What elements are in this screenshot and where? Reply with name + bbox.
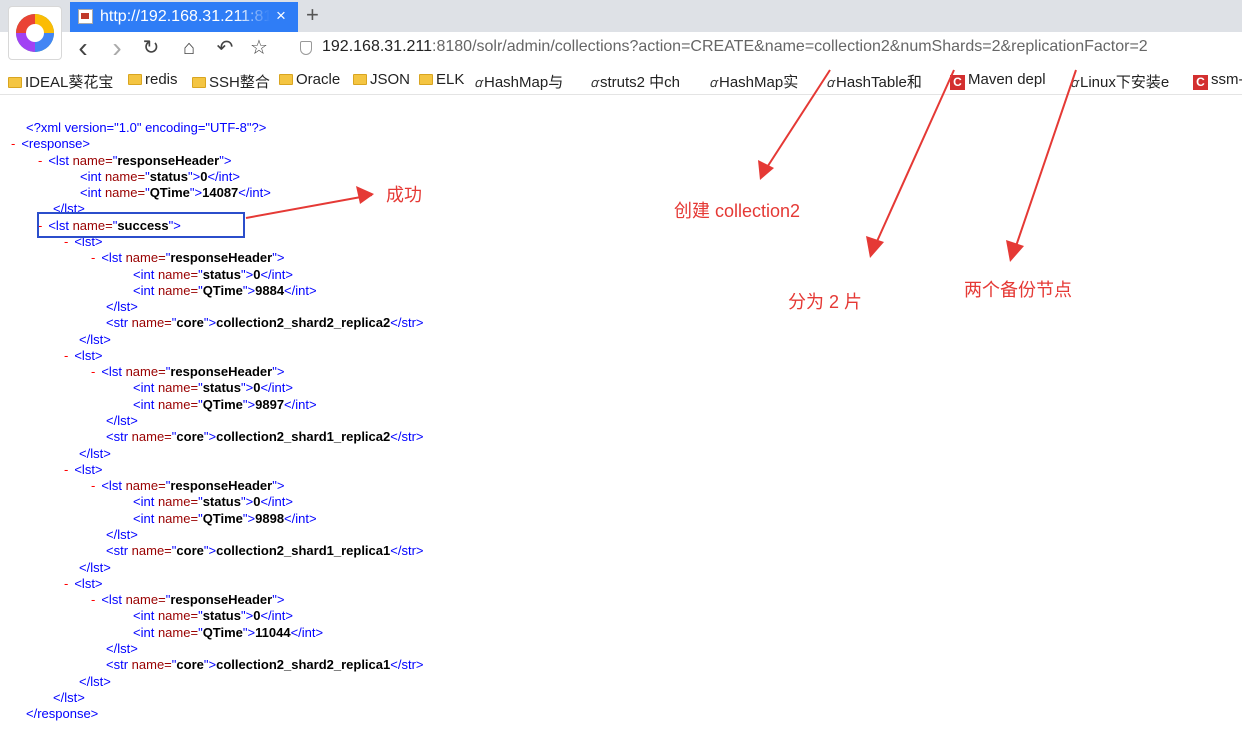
arrowhead-success xyxy=(356,186,374,204)
arrowhead-shards xyxy=(866,236,884,258)
annotation-success: 成功 xyxy=(386,185,422,205)
browser-logo-icon[interactable] xyxy=(8,6,62,60)
browser-logo-svg xyxy=(16,14,54,52)
arrowhead-replicas xyxy=(1006,240,1024,262)
arrow-replicas xyxy=(1013,69,1077,253)
arrow-shards xyxy=(873,69,955,249)
arrowhead-create xyxy=(758,160,774,180)
arrow-create xyxy=(763,69,831,173)
annotation-arrows xyxy=(245,69,1077,262)
annotation-create: 创建 collection2 xyxy=(674,201,801,221)
annotation-replicas: 两个备份节点 xyxy=(964,280,1072,300)
arrow-success xyxy=(245,194,373,219)
annotation-shards: 分为 2 片 xyxy=(788,292,863,312)
